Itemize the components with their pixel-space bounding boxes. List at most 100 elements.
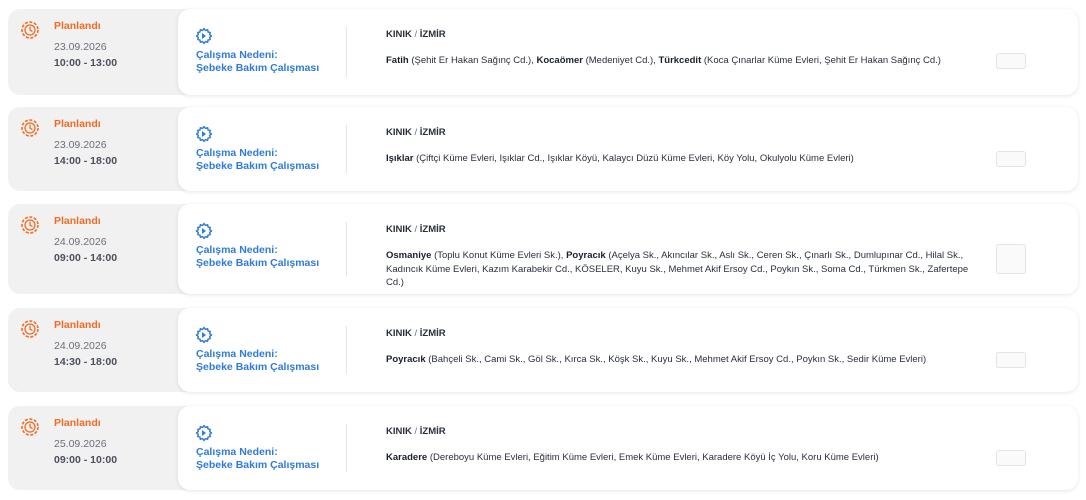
gear-clock-icon <box>21 21 39 39</box>
outage-time: 09:00 - 14:00 <box>54 252 118 264</box>
street-list: (Dereboyu Küme Evleri, Eğitim Küme Evler… <box>429 452 879 463</box>
maintenance-gear-icon <box>195 222 213 240</box>
gear-clock-icon <box>21 216 39 234</box>
location: KINIK / İZMİR <box>386 224 446 235</box>
outage-time: 14:00 - 18:00 <box>54 155 118 167</box>
detail-button[interactable] <box>996 352 1026 368</box>
neighborhood-name: Osmaniye <box>386 250 432 261</box>
maintenance-gear-icon <box>195 27 213 45</box>
outage-card: Çalışma Nedeni: Şebeke Bakım Çalışması K… <box>178 308 1078 392</box>
street-list: (Bahçeli Sk., Cami Sk., Göl Sk., Kırca S… <box>428 354 927 365</box>
location: KINIK / İZMİR <box>386 29 446 40</box>
status-label: Planlandı <box>54 417 101 429</box>
gear-clock-icon <box>21 320 39 338</box>
work-reason-title: Çalışma Nedeni: <box>196 446 278 458</box>
work-reason-title: Çalışma Nedeni: <box>196 348 278 360</box>
district: KINIK <box>386 224 412 235</box>
neighborhood-name: Karadere <box>386 452 428 463</box>
outage-date: 24.09.2026 <box>54 340 107 352</box>
work-reason-title: Çalışma Nedeni: <box>196 244 278 256</box>
outage-row: Planlandı 23.09.2026 14:00 - 18:00 Çalış… <box>8 107 1078 191</box>
outage-row: Planlandı 24.09.2026 09:00 - 14:00 Çalış… <box>8 204 1078 294</box>
city: İZMİR <box>419 29 446 40</box>
divider <box>346 326 347 374</box>
work-reason: Çalışma Nedeni: Şebeke Bakım Çalışması <box>196 49 336 75</box>
work-reason: Çalışma Nedeni: Şebeke Bakım Çalışması <box>196 348 336 374</box>
affected-streets: Poyracık (Bahçeli Sk., Cami Sk., Göl Sk.… <box>386 353 986 367</box>
outage-row: Planlandı 25.09.2026 09:00 - 10:00 Çalış… <box>8 406 1078 490</box>
city: İZMİR <box>419 127 446 138</box>
affected-streets: Karadere (Dereboyu Küme Evleri, Eğitim K… <box>386 451 986 465</box>
work-reason-value: Şebeke Bakım Çalışması <box>196 361 320 373</box>
neighborhood-name: Fatih <box>386 55 409 66</box>
affected-streets: Işıklar (Çiftçi Küme Evleri, Işıklar Cd.… <box>386 152 986 166</box>
work-reason-value: Şebeke Bakım Çalışması <box>196 257 320 269</box>
neighborhood-name: Poyracık <box>386 354 426 365</box>
street-list: (Toplu Konut Küme Evleri Sk.) <box>434 250 561 261</box>
neighborhood-name: Türkcedit <box>658 55 702 66</box>
street-list: (Medeniyet Cd.) <box>585 55 654 66</box>
outage-card: Çalışma Nedeni: Şebeke Bakım Çalışması K… <box>178 406 1078 490</box>
maintenance-gear-icon <box>195 125 213 143</box>
affected-streets: Fatih (Şehit Er Hakan Sağınç Cd.), Kocaö… <box>386 54 986 68</box>
location-separator: / <box>414 426 418 437</box>
location: KINIK / İZMİR <box>386 127 446 138</box>
divider <box>346 222 347 276</box>
city: İZMİR <box>419 328 446 339</box>
district: KINIK <box>386 127 412 138</box>
outage-date: 24.09.2026 <box>54 236 107 248</box>
detail-button[interactable] <box>996 450 1026 466</box>
outage-time: 14:30 - 18:00 <box>54 356 118 368</box>
gear-clock-icon <box>21 418 39 436</box>
divider <box>346 27 347 77</box>
outage-date: 25.09.2026 <box>54 438 107 450</box>
street-list: (Çiftçi Küme Evleri, Işıklar Cd., Işıkla… <box>416 153 854 164</box>
location: KINIK / İZMİR <box>386 328 446 339</box>
status-label: Planlandı <box>54 118 101 130</box>
detail-button[interactable] <box>996 244 1026 274</box>
status-label: Planlandı <box>54 20 101 32</box>
street-list: (Şehit Er Hakan Sağınç Cd.) <box>411 55 532 66</box>
outage-card: Çalışma Nedeni: Şebeke Bakım Çalışması K… <box>178 9 1078 95</box>
location: KINIK / İZMİR <box>386 426 446 437</box>
affected-streets: Osmaniye (Toplu Konut Küme Evleri Sk.), … <box>386 249 986 290</box>
outage-date: 23.09.2026 <box>54 41 107 53</box>
location-separator: / <box>414 29 418 40</box>
status-label: Planlandı <box>54 319 101 331</box>
outage-time: 10:00 - 13:00 <box>54 57 118 69</box>
neighborhood-name: Poyracık <box>566 250 606 261</box>
maintenance-gear-icon <box>195 326 213 344</box>
gear-clock-icon <box>21 119 39 137</box>
work-reason: Çalışma Nedeni: Şebeke Bakım Çalışması <box>196 147 336 173</box>
outage-list: Planlandı 23.09.2026 10:00 - 13:00 Çalış… <box>0 0 1086 500</box>
detail-button[interactable] <box>996 151 1026 167</box>
street-list: (Koca Çınarlar Küme Evleri, Şehit Er Hak… <box>703 55 941 66</box>
outage-date: 23.09.2026 <box>54 139 107 151</box>
work-reason: Çalışma Nedeni: Şebeke Bakım Çalışması <box>196 244 336 270</box>
district: KINIK <box>386 426 412 437</box>
outage-time: 09:00 - 10:00 <box>54 454 118 466</box>
outage-card: Çalışma Nedeni: Şebeke Bakım Çalışması K… <box>178 107 1078 191</box>
detail-button[interactable] <box>996 53 1026 69</box>
outage-row: Planlandı 24.09.2026 14:30 - 18:00 Çalış… <box>8 308 1078 392</box>
location-separator: / <box>414 328 418 339</box>
work-reason-value: Şebeke Bakım Çalışması <box>196 160 320 172</box>
neighborhood-name: Işıklar <box>386 153 414 164</box>
location-separator: / <box>414 224 418 235</box>
work-reason-value: Şebeke Bakım Çalışması <box>196 459 320 471</box>
work-reason-title: Çalışma Nedeni: <box>196 147 278 159</box>
district: KINIK <box>386 29 412 40</box>
work-reason: Çalışma Nedeni: Şebeke Bakım Çalışması <box>196 446 336 472</box>
divider <box>346 424 347 472</box>
neighborhood-name: Kocaömer <box>536 55 583 66</box>
outage-card: Çalışma Nedeni: Şebeke Bakım Çalışması K… <box>178 204 1078 294</box>
work-reason-value: Şebeke Bakım Çalışması <box>196 62 320 74</box>
work-reason-title: Çalışma Nedeni: <box>196 49 278 61</box>
status-label: Planlandı <box>54 215 101 227</box>
maintenance-gear-icon <box>195 424 213 442</box>
district: KINIK <box>386 328 412 339</box>
location-separator: / <box>414 127 418 138</box>
outage-row: Planlandı 23.09.2026 10:00 - 13:00 Çalış… <box>8 9 1078 95</box>
city: İZMİR <box>419 224 446 235</box>
divider <box>346 125 347 173</box>
